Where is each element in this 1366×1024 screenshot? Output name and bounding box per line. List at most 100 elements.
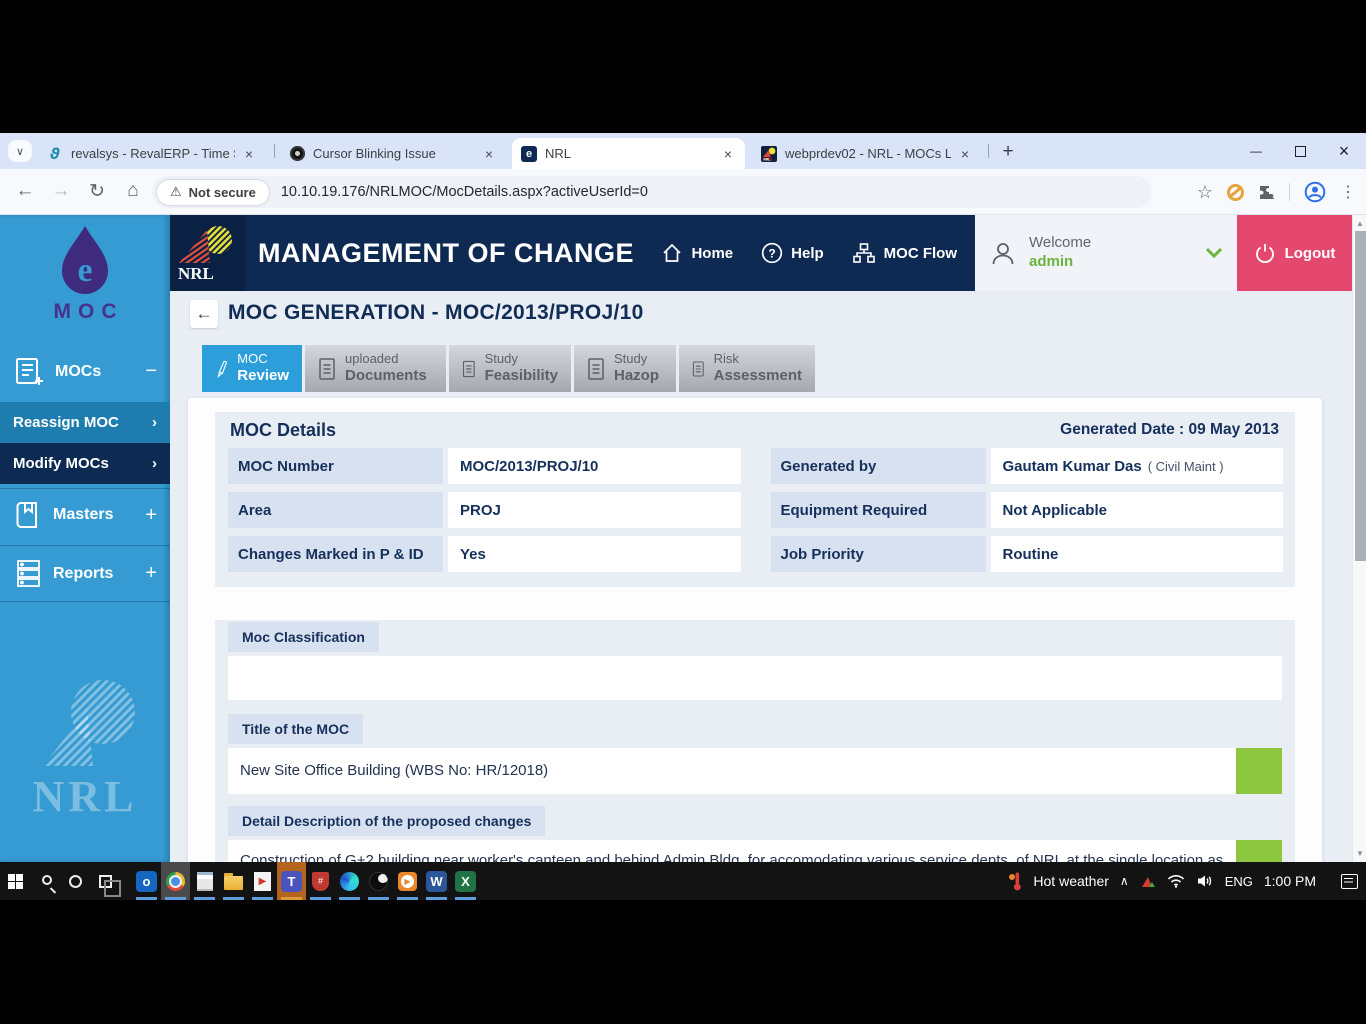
wifi-icon[interactable] — [1167, 874, 1185, 888]
tray-app-icon[interactable] — [1140, 875, 1156, 887]
back-icon[interactable]: ← — [12, 180, 38, 202]
profile-icon[interactable] — [1304, 181, 1326, 203]
welcome-dropdown[interactable]: Welcome admin — [975, 215, 1237, 291]
field-row: Job Priority Routine — [771, 536, 1284, 572]
scrollbar-thumb[interactable] — [1355, 231, 1366, 561]
taskbar-file-explorer[interactable] — [219, 862, 248, 900]
language-indicator[interactable]: ENG — [1225, 874, 1253, 889]
tab-close-icon[interactable]: × — [241, 146, 257, 162]
document-icon — [462, 357, 476, 381]
tab-close-icon[interactable]: × — [957, 146, 973, 162]
back-button[interactable]: ← — [190, 300, 218, 328]
maximize-button[interactable] — [1278, 133, 1322, 169]
logout-button[interactable]: Logout — [1237, 215, 1352, 291]
classification-panel: Moc Classification Title of the MOC New … — [215, 620, 1295, 862]
taskbar-chrome[interactable] — [161, 862, 190, 900]
browser-tab-cursor-issue[interactable]: Cursor Blinking Issue × — [280, 138, 506, 169]
sidebar-item-masters[interactable]: Masters + — [0, 488, 170, 541]
expand-plus-icon[interactable]: + — [145, 562, 157, 585]
tab-close-icon[interactable]: × — [481, 146, 497, 162]
taskbar-search[interactable] — [30, 862, 60, 900]
document-icon — [692, 357, 705, 381]
new-tab-button[interactable]: + — [995, 139, 1021, 165]
notification-center-icon[interactable] — [1341, 874, 1358, 889]
generated-date: Generated Date : 09 May 2013 — [1060, 421, 1279, 439]
address-bar[interactable]: ⚠ Not secure 10.10.19.176/NRLMOC/MocDeta… — [152, 176, 1152, 208]
app-title: MANAGEMENT OF CHANGE — [258, 238, 634, 269]
home-icon[interactable]: ⌂ — [120, 180, 146, 202]
forward-icon[interactable]: → — [48, 180, 74, 202]
show-hidden-icons[interactable]: ∧ — [1120, 874, 1129, 888]
tab-search-button[interactable]: ∨ — [8, 140, 32, 162]
details-right-column: Generated by Gautam Kumar Das( Civil Mai… — [771, 448, 1284, 580]
browser-tab-webprdev02[interactable]: NRL webprdev02 - NRL - MOCs List × — [752, 138, 982, 169]
warning-icon: ⚠ — [170, 184, 182, 200]
tab-uploaded-documents[interactable]: uploadedDocuments — [305, 345, 446, 392]
tab-study-hazop[interactable]: StudyHazop — [574, 345, 676, 392]
nav-moc-flow[interactable]: MOC Flow — [852, 242, 957, 264]
tab-study-feasibility[interactable]: StudyFeasibility — [449, 345, 571, 392]
tab-title: webprdev02 - NRL - MOCs List — [785, 146, 951, 161]
bookmark-star-icon[interactable]: ☆ — [1197, 182, 1213, 203]
taskbar-dark-app[interactable] — [364, 862, 393, 900]
nav-label: Home — [691, 245, 733, 262]
tab-risk-assessment[interactable]: RiskAssessment — [679, 345, 815, 392]
chevron-right-icon: › — [152, 414, 157, 431]
chevron-down-icon — [1205, 247, 1223, 259]
classification-box[interactable] — [228, 656, 1282, 700]
sidebar-item-mocs[interactable]: MOCs − — [0, 345, 170, 398]
taskbar-notepad[interactable] — [190, 862, 219, 900]
browser-menu-icon[interactable]: ⋮ — [1340, 182, 1356, 202]
tab-line1: MOC — [237, 352, 289, 367]
add-description-button[interactable]: + — [1236, 840, 1282, 862]
reload-icon[interactable]: ↻ — [84, 180, 110, 203]
browser-tab-nrl-active[interactable]: e NRL × — [512, 138, 745, 169]
nav-home[interactable]: Home — [661, 242, 733, 264]
taskbar-teams[interactable]: T — [277, 862, 306, 900]
taskbar-antivirus[interactable]: # — [306, 862, 335, 900]
taskbar-outlook[interactable]: o — [132, 862, 161, 900]
taskbar-excel[interactable]: X — [451, 862, 480, 900]
adblock-extension-icon[interactable] — [1227, 184, 1244, 201]
browser-window: ∨ ϑ revalsys - RevalERP - Time Shee × Cu… — [0, 133, 1366, 862]
task-view-icon — [99, 875, 112, 888]
tab-close-icon[interactable]: × — [720, 146, 736, 162]
taskbar-word[interactable]: W — [422, 862, 451, 900]
sidebar-item-reassign-moc[interactable]: Reassign MOC › — [0, 402, 170, 443]
collapse-minus-icon[interactable]: − — [145, 360, 157, 383]
sidebar-item-reports[interactable]: Reports + — [0, 545, 170, 602]
masters-book-icon — [13, 500, 43, 530]
page-scrollbar[interactable]: ▲ ▼ — [1352, 215, 1366, 862]
description-label: Detail Description of the proposed chang… — [228, 806, 545, 836]
minimize-button[interactable]: — — [1234, 133, 1278, 169]
extensions-puzzle-icon[interactable] — [1258, 184, 1275, 201]
svg-text:NRL: NRL — [763, 157, 770, 161]
nav-help[interactable]: ? Help — [761, 242, 824, 264]
security-chip[interactable]: ⚠ Not secure — [157, 180, 269, 205]
scroll-down-icon[interactable]: ▼ — [1353, 849, 1366, 858]
moc-title-green-block[interactable] — [1236, 748, 1282, 794]
task-view-button[interactable] — [90, 862, 120, 900]
close-window-button[interactable]: × — [1322, 133, 1366, 169]
moc-title-box[interactable]: New Site Office Building (WBS No: HR/120… — [228, 748, 1282, 794]
tab-search-chevron-icon: ∨ — [16, 145, 24, 158]
volume-icon[interactable] — [1196, 874, 1214, 888]
scroll-up-icon[interactable]: ▲ — [1353, 219, 1366, 228]
sidebar-item-modify-mocs[interactable]: Modify MOCs › — [0, 443, 170, 484]
search-icon — [42, 875, 52, 885]
document-icon — [318, 357, 336, 381]
mocs-document-icon — [13, 357, 45, 387]
start-button[interactable] — [0, 862, 30, 900]
tab-moc-review[interactable]: MOCReview — [202, 345, 302, 392]
description-box[interactable]: Construction of G+2 building near worker… — [228, 840, 1282, 862]
browser-tab-revalsys[interactable]: ϑ revalsys - RevalERP - Time Shee × — [38, 138, 266, 169]
expand-plus-icon[interactable]: + — [145, 504, 157, 527]
clock[interactable]: 1:00 PM — [1264, 873, 1316, 889]
svg-text:e: e — [77, 252, 92, 289]
taskbar-cortana[interactable] — [60, 862, 90, 900]
taskbar-edge[interactable] — [335, 862, 364, 900]
weather-text[interactable]: Hot weather — [1033, 873, 1108, 889]
pen-icon — [215, 356, 228, 382]
taskbar-media-player[interactable]: ▶ — [393, 862, 422, 900]
taskbar-media-app[interactable]: ▶ — [248, 862, 277, 900]
